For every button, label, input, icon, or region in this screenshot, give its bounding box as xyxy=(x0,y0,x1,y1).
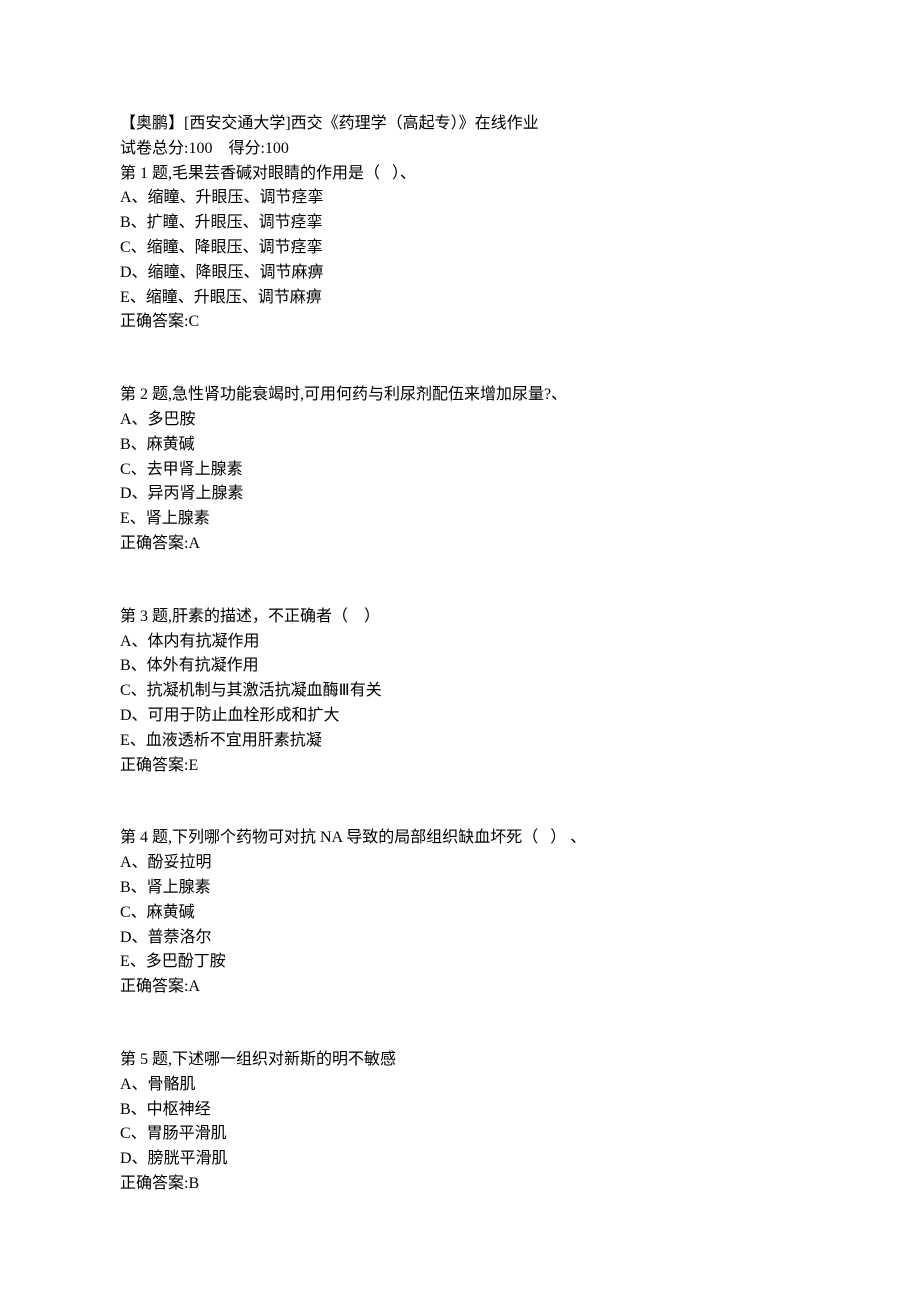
question-option: D、异丙肾上腺素 xyxy=(120,482,800,507)
question-option: E、血液透析不宜用肝素抗凝 xyxy=(120,729,800,754)
question-option: E、多巴酚丁胺 xyxy=(120,950,800,975)
question-option: B、体外有抗凝作用 xyxy=(120,654,800,679)
question-answer: 正确答案:E xyxy=(120,754,800,779)
question-answer: 正确答案:B xyxy=(120,1172,800,1197)
question-option: C、缩瞳、降眼压、调节痉挛 xyxy=(120,236,800,261)
question-option: A、酚妥拉明 xyxy=(120,851,800,876)
question-answer: 正确答案:A xyxy=(120,975,800,1000)
question-option: E、肾上腺素 xyxy=(120,507,800,532)
assignment-title: 【奥鹏】[西安交通大学]西交《药理学（高起专）》在线作业 xyxy=(120,112,800,137)
question-stem: 第 1 题,毛果芸香碱对眼睛的作用是（ ）、 xyxy=(120,162,800,187)
question-option: A、缩瞳、升眼压、调节痉挛 xyxy=(120,186,800,211)
question-option: D、可用于防止血栓形成和扩大 xyxy=(120,704,800,729)
question-option: D、普萘洛尔 xyxy=(120,926,800,951)
question-stem: 第 5 题,下述哪一组织对新斯的明不敏感 xyxy=(120,1048,800,1073)
question-stem: 第 4 题,下列哪个药物可对抗 NA 导致的局部组织缺血坏死（ ） 、 xyxy=(120,826,800,851)
document-page: 【奥鹏】[西安交通大学]西交《药理学（高起专）》在线作业 试卷总分:100 得分… xyxy=(0,0,920,1302)
question-option: C、抗凝机制与其激活抗凝血酶Ⅲ有关 xyxy=(120,679,800,704)
question-answer: 正确答案:C xyxy=(120,310,800,335)
question-stem: 第 3 题,肝素的描述，不正确者（ ） xyxy=(120,605,800,630)
question-option: E、缩瞳、升眼压、调节麻痹 xyxy=(120,286,800,311)
question-option: D、缩瞳、降眼压、调节麻痹 xyxy=(120,261,800,286)
question-option: B、扩瞳、升眼压、调节痉挛 xyxy=(120,211,800,236)
question-option: A、体内有抗凝作用 xyxy=(120,630,800,655)
question-option: B、麻黄碱 xyxy=(120,433,800,458)
question-option: C、胃肠平滑肌 xyxy=(120,1122,800,1147)
question-option: A、骨骼肌 xyxy=(120,1073,800,1098)
score-line: 试卷总分:100 得分:100 xyxy=(120,137,800,162)
question-option: A、多巴胺 xyxy=(120,408,800,433)
question-stem: 第 2 题,急性肾功能衰竭时,可用何药与利尿剂配伍来增加尿量?、 xyxy=(120,383,800,408)
question-option: D、膀胱平滑肌 xyxy=(120,1147,800,1172)
question-answer: 正确答案:A xyxy=(120,532,800,557)
question-option: B、中枢神经 xyxy=(120,1098,800,1123)
question-option: C、麻黄碱 xyxy=(120,901,800,926)
question-option: B、肾上腺素 xyxy=(120,876,800,901)
question-option: C、去甲肾上腺素 xyxy=(120,458,800,483)
